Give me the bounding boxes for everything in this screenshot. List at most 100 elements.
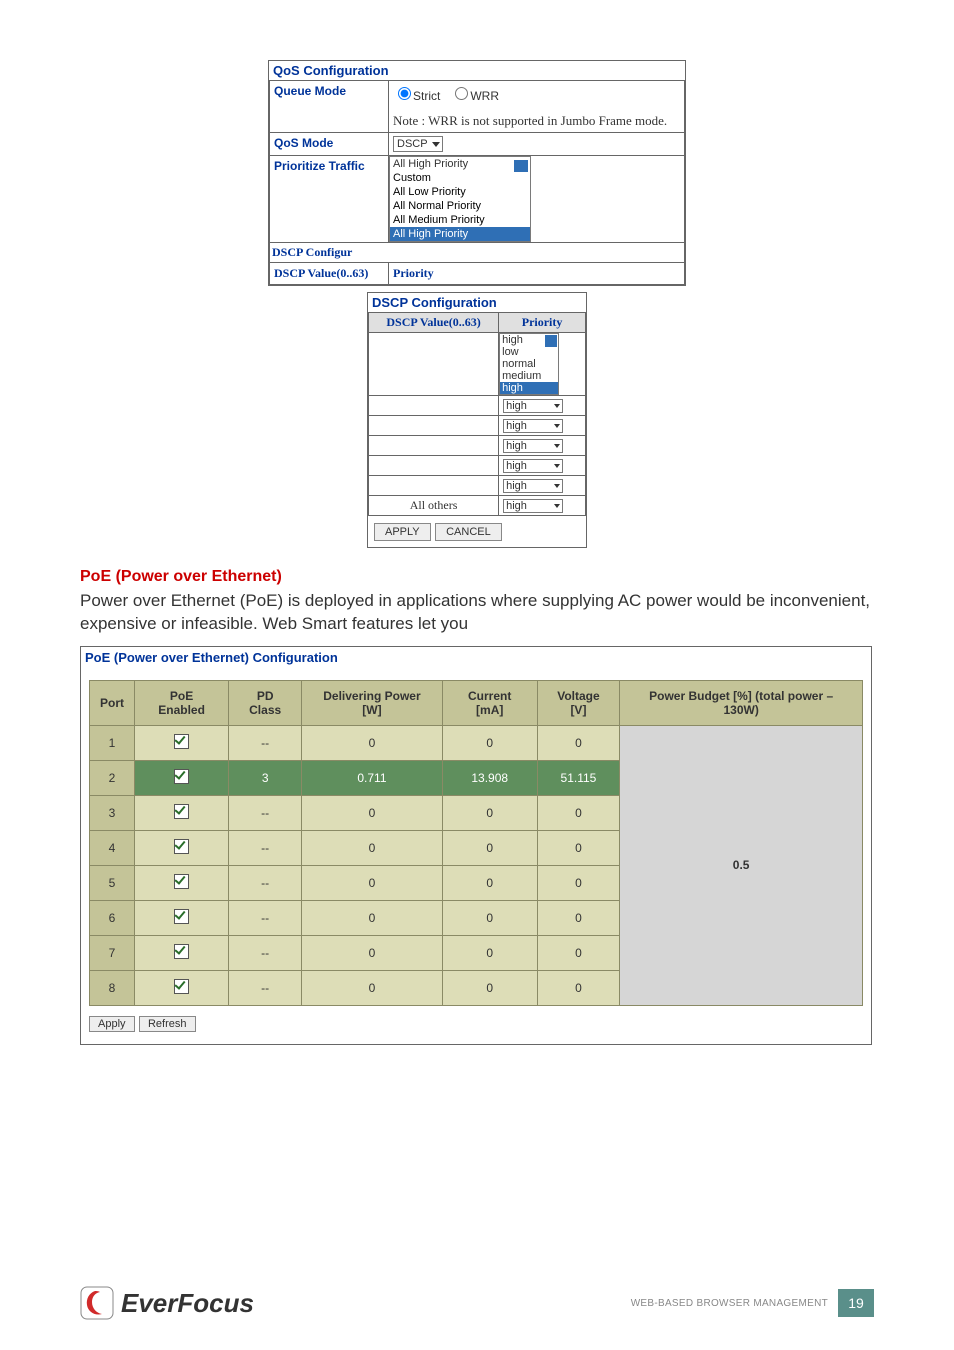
queue-mode-label: Queue Mode	[270, 81, 389, 133]
dscp-value-input[interactable]	[369, 416, 499, 436]
checkbox-icon[interactable]	[174, 874, 189, 889]
current-cell: 0	[442, 725, 537, 760]
logo-text: EverFocus	[121, 1288, 254, 1319]
enabled-cell[interactable]	[135, 900, 229, 935]
apply-button[interactable]: Apply	[89, 1016, 135, 1032]
voltage-cell: 0	[537, 865, 620, 900]
current-cell: 0	[442, 795, 537, 830]
port-cell: 2	[90, 760, 135, 795]
dscp-value-input[interactable]	[369, 476, 499, 496]
dscp-value-input[interactable]	[369, 333, 499, 396]
poe-h-current: Current [mA]	[442, 680, 537, 725]
current-cell: 0	[442, 900, 537, 935]
radio-wrr[interactable]: WRR	[450, 89, 499, 103]
priority-select[interactable]: high	[503, 439, 563, 453]
apply-button[interactable]: APPLY	[374, 523, 431, 541]
footer-label: WEB-BASED BROWSER MANAGEMENT	[631, 1298, 828, 1309]
checkbox-icon[interactable]	[174, 769, 189, 784]
qos-panel-title: QoS Configuration	[269, 61, 685, 80]
enabled-cell[interactable]	[135, 865, 229, 900]
enabled-cell[interactable]	[135, 795, 229, 830]
priority-select[interactable]: high	[503, 419, 563, 433]
priority-opt-normal[interactable]: normal	[500, 358, 558, 370]
checkbox-icon[interactable]	[174, 804, 189, 819]
poe-h-port: Port	[90, 680, 135, 725]
priority-open-top: high	[500, 334, 558, 346]
dscp-value-input[interactable]	[369, 436, 499, 456]
port-cell: 6	[90, 900, 135, 935]
enabled-cell[interactable]	[135, 830, 229, 865]
priority-opt-low[interactable]: low	[500, 346, 558, 358]
pdclass-cell: 3	[229, 760, 302, 795]
current-cell: 0	[442, 830, 537, 865]
poe-h-power: Delivering Power [W]	[302, 680, 443, 725]
power-cell: 0	[302, 830, 443, 865]
pdclass-cell: --	[229, 795, 302, 830]
checkbox-icon[interactable]	[174, 734, 189, 749]
pdclass-cell: --	[229, 830, 302, 865]
dscp-configur-label: DSCP Configur	[270, 243, 354, 262]
prioritize-option-normal[interactable]: All Normal Priority	[390, 199, 530, 213]
prioritize-option-medium[interactable]: All Medium Priority	[390, 213, 530, 227]
priority-select[interactable]: high	[503, 499, 563, 513]
pdclass-cell: --	[229, 935, 302, 970]
prioritize-option-custom[interactable]: Custom	[390, 171, 530, 185]
port-cell: 4	[90, 830, 135, 865]
poe-section-heading: PoE (Power over Ethernet)	[80, 568, 874, 586]
voltage-cell: 51.115	[537, 760, 620, 795]
enabled-cell[interactable]	[135, 725, 229, 760]
power-cell: 0.711	[302, 760, 443, 795]
dscp-col1: DSCP Value(0..63)	[369, 313, 499, 333]
power-cell: 0	[302, 900, 443, 935]
priority-select-open[interactable]: high low normal medium high	[499, 333, 559, 395]
enabled-cell[interactable]	[135, 970, 229, 1005]
priority-select[interactable]: high	[503, 479, 563, 493]
radio-strict[interactable]: Strict	[393, 89, 444, 103]
table-row: 1--0000.5	[90, 725, 863, 760]
prioritize-option-high[interactable]: All High Priority	[390, 227, 530, 241]
checkbox-icon[interactable]	[174, 979, 189, 994]
prioritize-traffic-select[interactable]: All High Priority Custom All Low Priorit…	[389, 156, 531, 242]
prioritize-option-low[interactable]: All Low Priority	[390, 185, 530, 199]
power-budget-cell: 0.5	[620, 725, 863, 1005]
qos-config-table: Queue Mode Strict WRR Note : WRR is not …	[269, 80, 685, 285]
power-cell: 0	[302, 795, 443, 830]
port-cell: 1	[90, 725, 135, 760]
voltage-cell: 0	[537, 830, 620, 865]
logo-icon	[80, 1286, 114, 1320]
enabled-cell[interactable]	[135, 935, 229, 970]
checkbox-icon[interactable]	[174, 944, 189, 959]
prioritize-traffic-label: Prioritize Traffic	[270, 156, 389, 243]
power-cell: 0	[302, 970, 443, 1005]
dscp-value-input[interactable]	[369, 456, 499, 476]
power-cell: 0	[302, 935, 443, 970]
poe-table: Port PoE Enabled PD Class Delivering Pow…	[89, 680, 863, 1006]
poe-h-enabled: PoE Enabled	[135, 680, 229, 725]
dscp-table: DSCP Value(0..63) Priority high low norm…	[368, 312, 586, 516]
cancel-button[interactable]: CANCEL	[435, 523, 502, 541]
queue-mode-note: Note : WRR is not supported in Jumbo Fra…	[393, 113, 667, 128]
priority-opt-high[interactable]: high	[500, 382, 558, 394]
dscp-value-header: DSCP Value(0..63)	[270, 263, 389, 285]
voltage-cell: 0	[537, 970, 620, 1005]
dscp-all-others: All others	[369, 496, 499, 516]
checkbox-icon[interactable]	[174, 839, 189, 854]
priority-opt-medium[interactable]: medium	[500, 370, 558, 382]
priority-select[interactable]: high	[503, 459, 563, 473]
port-cell: 5	[90, 865, 135, 900]
priority-select[interactable]: high	[503, 399, 563, 413]
refresh-button[interactable]: Refresh	[139, 1016, 196, 1032]
dscp-col2: Priority	[499, 313, 586, 333]
dscp-config-panel: DSCP Configuration DSCP Value(0..63) Pri…	[367, 292, 587, 548]
qos-mode-select[interactable]: DSCP	[393, 136, 443, 152]
dscp-value-input[interactable]	[369, 396, 499, 416]
poe-config-panel: PoE (Power over Ethernet) Configuration …	[80, 646, 872, 1045]
power-cell: 0	[302, 865, 443, 900]
enabled-cell[interactable]	[135, 760, 229, 795]
current-cell: 0	[442, 970, 537, 1005]
voltage-cell: 0	[537, 725, 620, 760]
port-cell: 7	[90, 935, 135, 970]
checkbox-icon[interactable]	[174, 909, 189, 924]
radio-strict-label: Strict	[413, 89, 440, 103]
poe-h-pdclass: PD Class	[229, 680, 302, 725]
